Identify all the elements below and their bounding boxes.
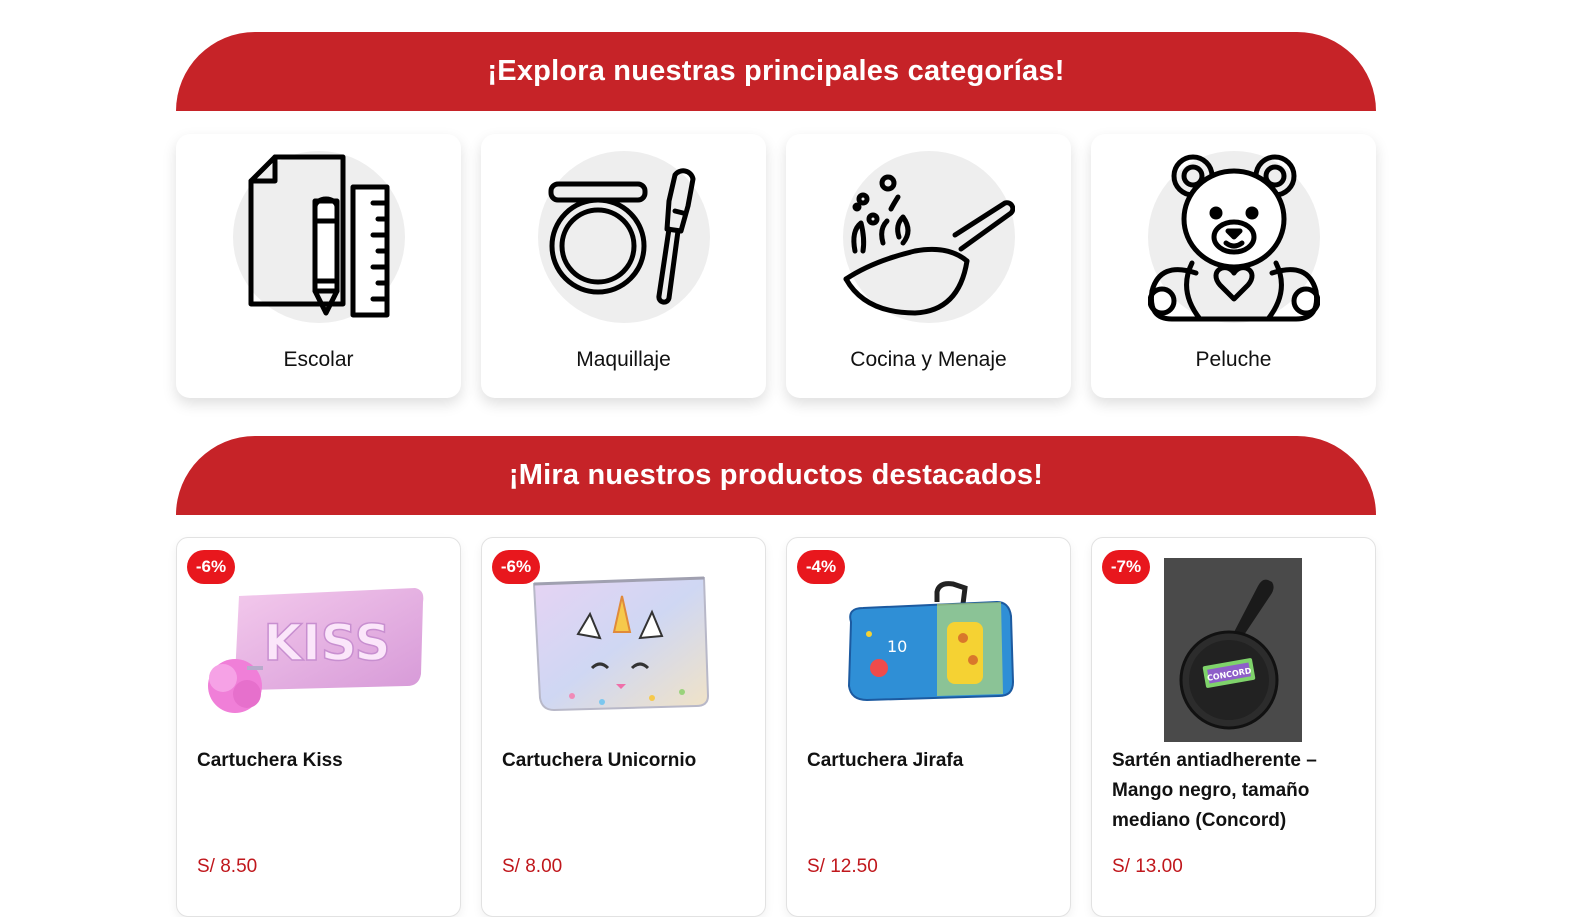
product-card-unicornio[interactable]: -6% Cartuchera Unicornio S/ 8.00: [481, 537, 766, 917]
category-label: Maquillaje: [576, 348, 671, 371]
product-price: S/ 8.50: [197, 856, 258, 877]
product-price: S/ 12.50: [807, 856, 878, 877]
product-price: S/ 13.00: [1112, 856, 1183, 877]
discount-badge: -6%: [187, 550, 235, 584]
categories-section: ¡Explora nuestras principales categorías…: [176, 32, 1376, 398]
product-price: S/ 8.00: [502, 856, 563, 877]
featured-products-section: ¡Mira nuestros productos destacados! KIS…: [176, 436, 1376, 917]
categories-title: ¡Explora nuestras principales categorías…: [487, 55, 1065, 87]
category-card-escolar[interactable]: Escolar: [176, 134, 461, 398]
product-name[interactable]: Sartén antiadherente – Mango negro, tama…: [1112, 746, 1357, 836]
discount-badge: -6%: [492, 550, 540, 584]
product-card-sarten[interactable]: CONCORD -7% Sartén antiadherente – Mango…: [1091, 537, 1376, 917]
category-card-cocina[interactable]: Cocina y Menaje: [786, 134, 1071, 398]
category-label: Cocina y Menaje: [850, 348, 1007, 371]
product-name[interactable]: Cartuchera Kiss: [197, 746, 442, 776]
category-label: Peluche: [1195, 348, 1272, 371]
products-title: ¡Mira nuestros productos destacados!: [508, 459, 1044, 491]
product-card-kiss[interactable]: KISS -6% Cartuchera Kiss S/ 8.50: [176, 537, 461, 917]
discount-badge: -4%: [797, 550, 845, 584]
teddy-bear-icon: [1147, 151, 1320, 323]
products-banner: ¡Mira nuestros productos destacados!: [176, 436, 1376, 515]
school-supplies-icon: [232, 151, 405, 323]
categories-banner: ¡Explora nuestras principales categorías…: [176, 32, 1376, 111]
product-name[interactable]: Cartuchera Unicornio: [502, 746, 747, 776]
product-image[interactable]: CONCORD: [1092, 556, 1377, 744]
product-image[interactable]: KISS: [177, 556, 462, 744]
product-card-jirafa[interactable]: 10 -4% Cartuchera Jirafa S/ 12.50: [786, 537, 1071, 917]
svg-text:10: 10: [887, 637, 907, 656]
category-card-maquillaje[interactable]: Maquillaje: [481, 134, 766, 398]
category-card-peluche[interactable]: Peluche: [1091, 134, 1376, 398]
category-label: Escolar: [283, 348, 354, 371]
product-image[interactable]: 10: [787, 556, 1072, 744]
svg-text:KISS: KISS: [263, 614, 390, 672]
product-name[interactable]: Cartuchera Jirafa: [807, 746, 1052, 776]
product-image[interactable]: [482, 556, 767, 744]
makeup-icon: [537, 151, 710, 323]
product-grid: KISS -6% Cartuchera Kiss S/ 8.50 -6% Car…: [176, 537, 1376, 917]
discount-badge: -7%: [1102, 550, 1150, 584]
category-grid: Escolar Maquillaje Cocina y Menaje Peluc…: [176, 134, 1376, 398]
cooking-pan-icon: [842, 151, 1015, 323]
